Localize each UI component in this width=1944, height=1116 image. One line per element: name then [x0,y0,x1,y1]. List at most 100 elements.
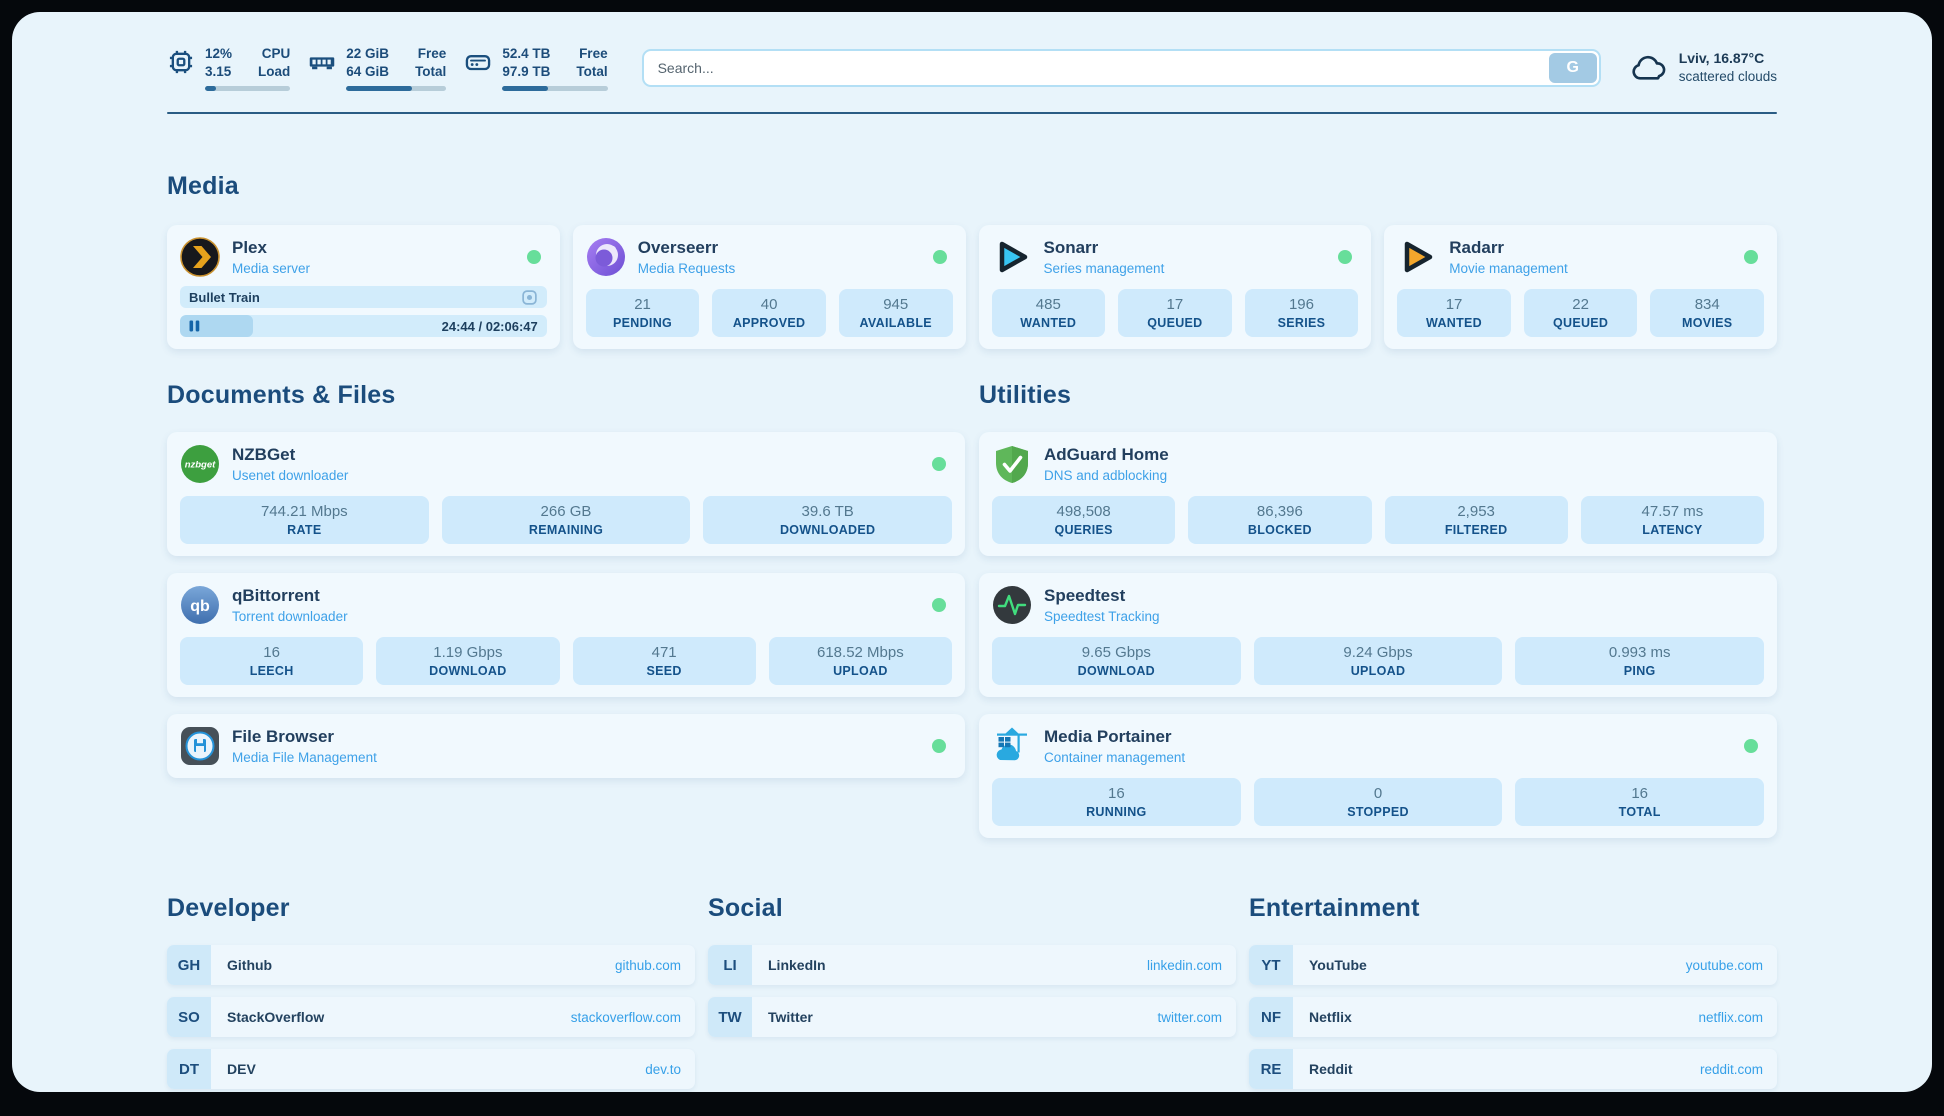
bookmark-abbr: NF [1249,997,1293,1037]
bookmark-abbr: GH [167,945,211,985]
app-card-sonarr[interactable]: Sonarr Series management 485 WANTED 17 Q… [979,225,1372,349]
stat-box-running: 16 RUNNING [992,778,1241,826]
stat-box-series: 196 SERIES [1245,289,1359,337]
section-title-entertainment: Entertainment [1249,894,1777,923]
bookmark-stackoverflow[interactable]: SO StackOverflow stackoverflow.com [167,997,695,1037]
bookmark-url: netflix.com [1698,1010,1763,1025]
ram-labels: Free Total [415,45,446,81]
bookmark-abbr: SO [167,997,211,1037]
app-card-plex[interactable]: Plex Media server Bullet Train [167,225,560,349]
section-title-utilities: Utilities [979,381,1777,410]
stat-box-leech: 16 LEECH [180,637,363,685]
bookmark-name: Reddit [1309,1061,1700,1077]
bookmark-name: Netflix [1309,1009,1698,1025]
bookmark-name: Github [227,957,615,973]
app-description: Torrent downloader [232,609,920,624]
bookmark-name: DEV [227,1061,645,1077]
disk-progress-fill [502,86,547,91]
app-description: Media Requests [638,261,921,276]
bookmark-reddit[interactable]: RE Reddit reddit.com [1249,1049,1777,1089]
cpu-values: 12% 3.15 [205,45,232,81]
now-playing-progress-row: 24:44 / 02:06:47 [180,315,547,337]
bookmark-linkedin[interactable]: LI LinkedIn linkedin.com [708,945,1236,985]
bookmark-url: github.com [615,958,681,973]
bookmark-name: LinkedIn [768,957,1147,973]
cpu-progress-bar [205,86,290,91]
stat-box-available: 945 AVAILABLE [839,289,953,337]
status-dot [1744,739,1758,753]
session-icon [521,289,538,306]
sonarr-icon [992,237,1032,277]
app-name: Speedtest [1044,586,1764,606]
app-card-nzbget[interactable]: nzbget NZBGet Usenet downloader 744.21 M… [167,432,965,556]
pause-icon[interactable] [189,320,200,332]
stat-box-queued: 22 QUEUED [1524,289,1638,337]
section-title-developer: Developer [167,894,695,923]
now-playing-title-row: Bullet Train [180,286,547,308]
dashboard-content: 12% 3.15 CPU Load [167,12,1777,1089]
ram-icon [308,48,336,76]
app-name: File Browser [232,727,920,747]
search-input[interactable] [642,49,1601,87]
bookmark-url: stackoverflow.com [571,1010,681,1025]
stat-box-download: 9.65 Gbps DOWNLOAD [992,637,1241,685]
cpu-labels: CPU Load [258,45,290,81]
plex-icon [180,237,220,277]
bookmarks-area: Developer GH Github github.com SO StackO… [167,894,1777,1089]
stat-box-wanted: 485 WANTED [992,289,1106,337]
svg-text:qb: qb [190,598,210,615]
section-title-media: Media [167,172,1777,201]
speedtest-icon [992,585,1032,625]
app-description: Media server [232,261,515,276]
bookmark-netflix[interactable]: NF Netflix netflix.com [1249,997,1777,1037]
stat-box-rate: 744.21 Mbps RATE [180,496,429,544]
cpu-icon [167,48,195,76]
app-card-portainer[interactable]: Media Portainer Container management 16 … [979,714,1777,838]
search-provider-button[interactable]: G [1549,53,1597,83]
status-dot [933,250,947,264]
section-media: Media Plex Media server Bullet Train [167,172,1777,349]
dashboard-page: 12% 3.15 CPU Load [12,12,1932,1092]
bookmark-abbr: YT [1249,945,1293,985]
app-name: Overseerr [638,238,921,258]
app-description: Usenet downloader [232,468,920,483]
bookmark-url: linkedin.com [1147,958,1222,973]
stat-box-stopped: 0 STOPPED [1254,778,1503,826]
disk-labels: Free Total [576,45,607,81]
cpu-stat: 12% 3.15 CPU Load [167,45,290,91]
stat-box-filtered: 2,953 FILTERED [1385,496,1568,544]
bookmark-group-developer: Developer GH Github github.com SO StackO… [167,894,695,1089]
app-name: Radarr [1449,238,1732,258]
app-card-speedtest[interactable]: Speedtest Speedtest Tracking 9.65 Gbps D… [979,573,1777,697]
app-card-overseerr[interactable]: Overseerr Media Requests 21 PENDING 40 A… [573,225,966,349]
system-stats: 12% 3.15 CPU Load [167,45,608,91]
bookmark-name: YouTube [1309,957,1686,973]
weather-condition: scattered clouds [1679,68,1777,86]
stat-box-movies: 834 MOVIES [1650,289,1764,337]
bookmark-url: dev.to [645,1062,681,1077]
section-title-documents: Documents & Files [167,381,965,410]
status-dot [1744,250,1758,264]
app-card-qbittorrent[interactable]: qb qBittorrent Torrent downloader 16 LEE… [167,573,965,697]
ram-progress-bar [346,86,446,91]
stat-box-download: 1.19 Gbps DOWNLOAD [376,637,559,685]
bookmark-dev[interactable]: DT DEV dev.to [167,1049,695,1089]
bookmark-github[interactable]: GH Github github.com [167,945,695,985]
app-description: Series management [1044,261,1327,276]
app-card-filebrowser[interactable]: File Browser Media File Management [167,714,965,778]
bookmark-name: Twitter [768,1009,1157,1025]
bookmark-url: youtube.com [1686,958,1763,973]
search-bar: G [642,49,1601,87]
bookmark-abbr: LI [708,945,752,985]
app-card-radarr[interactable]: Radarr Movie management 17 WANTED 22 QUE… [1384,225,1777,349]
app-card-adguard[interactable]: AdGuard Home DNS and adblocking 498,508 … [979,432,1777,556]
bookmark-group-entertainment: Entertainment YT YouTube youtube.com NF … [1249,894,1777,1089]
stat-box-blocked: 86,396 BLOCKED [1188,496,1371,544]
bookmark-twitter[interactable]: TW Twitter twitter.com [708,997,1236,1037]
ram-progress-fill [346,86,412,91]
ram-stat: 22 GiB 64 GiB Free Total [308,45,446,91]
section-documents: Documents & Files nzbget NZBGet Usenet d… [167,381,965,838]
disk-values: 52.4 TB 97.9 TB [502,45,550,81]
bookmark-youtube[interactable]: YT YouTube youtube.com [1249,945,1777,985]
bookmark-abbr: RE [1249,1049,1293,1089]
